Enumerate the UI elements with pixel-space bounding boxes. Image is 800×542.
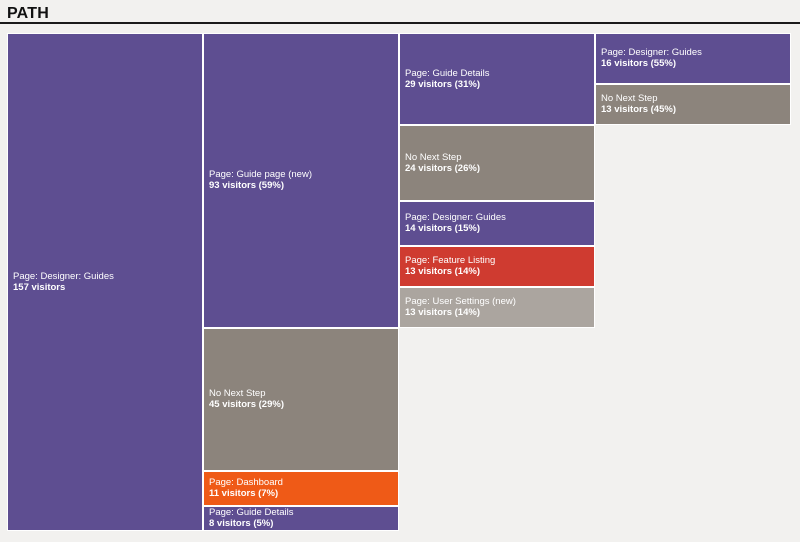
node-text: Page: Guide Details 29 visitors (31%) <box>400 68 490 90</box>
node-label: Page: Dashboard <box>209 477 283 489</box>
node-text: Page: Designer: Guides 14 visitors (15%) <box>400 212 506 234</box>
node-text: Page: Dashboard 11 visitors (7%) <box>204 477 283 499</box>
node-visitors: 16 visitors (55%) <box>601 58 676 70</box>
path-node-page-designer-guides[interactable]: Page: Designer: Guides 16 visitors (55%) <box>595 33 791 84</box>
node-text: Page: Designer: Guides 16 visitors (55%) <box>596 47 702 69</box>
node-visitors: 45 visitors (29%) <box>209 399 284 411</box>
node-visitors: 157 visitors <box>13 282 66 293</box>
node-visitors: 8 visitors (5%) <box>209 518 274 530</box>
node-label: Page: User Settings (new) <box>405 296 516 308</box>
node-label: Page: Guide page (new) <box>209 169 312 181</box>
path-node-page-guide-details[interactable]: Page: Guide Details 8 visitors (5%) <box>203 505 399 531</box>
node-text: Page: Designer: Guides 157 visitors <box>8 271 114 293</box>
path-treemap: Page: Designer: Guides 157 visitors Page: … <box>0 0 800 542</box>
path-node-page-designer-guides[interactable]: Page: Designer: Guides 14 visitors (15%) <box>399 201 595 246</box>
node-label: Page: Designer: Guides <box>405 212 506 224</box>
path-node-page-guide-page-new[interactable]: Page: Guide page (new) 93 visitors (59%) <box>203 33 399 328</box>
node-label: No Next Step <box>405 152 462 164</box>
path-node-no-next-step[interactable]: No Next Step 13 visitors (45%) <box>595 83 791 125</box>
node-text: Page: Guide page (new) 93 visitors (59%) <box>204 169 312 191</box>
node-text: No Next Step 45 visitors (29%) <box>204 388 284 410</box>
node-text: Page: Guide Details 8 visitors (5%) <box>204 507 294 529</box>
node-text: No Next Step 24 visitors (26%) <box>400 152 480 174</box>
path-node-page-designer-guides[interactable]: Page: Designer: Guides 157 visitors <box>7 33 203 531</box>
node-label: Page: Guide Details <box>405 67 490 79</box>
node-visitors: 29 visitors (31%) <box>405 78 480 90</box>
node-visitors: 13 visitors (14%) <box>405 266 480 278</box>
node-visitors: 93 visitors (59%) <box>209 180 284 192</box>
node-label: No Next Step <box>209 388 266 400</box>
node-text: Page: User Settings (new) 13 visitors (14… <box>400 296 516 318</box>
path-node-no-next-step[interactable]: No Next Step 24 visitors (26%) <box>399 124 595 202</box>
node-label: Page: Feature Listing <box>405 255 496 267</box>
node-label: Page: Designer: Guides <box>13 271 114 282</box>
node-text: No Next Step 13 visitors (45%) <box>596 93 676 115</box>
path-node-page-user-settings-new[interactable]: Page: User Settings (new) 13 visitors (14… <box>399 286 595 328</box>
path-node-page-feature-listing[interactable]: Page: Feature Listing 13 visitors (14%) <box>399 245 595 287</box>
node-visitors: 24 visitors (26%) <box>405 163 480 175</box>
node-visitors: 13 visitors (14%) <box>405 307 480 319</box>
node-visitors: 14 visitors (15%) <box>405 223 480 235</box>
path-node-page-guide-details[interactable]: Page: Guide Details 29 visitors (31%) <box>399 33 595 125</box>
node-label: No Next Step <box>601 93 658 105</box>
node-label: Page: Guide Details <box>209 507 294 519</box>
node-text: Page: Feature Listing 13 visitors (14%) <box>400 255 495 277</box>
node-visitors: 13 visitors (45%) <box>601 104 676 116</box>
node-label: Page: Designer: Guides <box>601 47 702 59</box>
path-node-page-dashboard[interactable]: Page: Dashboard 11 visitors (7%) <box>203 470 399 506</box>
node-visitors: 11 visitors (7%) <box>209 488 279 500</box>
path-node-no-next-step[interactable]: No Next Step 45 visitors (29%) <box>203 327 399 471</box>
